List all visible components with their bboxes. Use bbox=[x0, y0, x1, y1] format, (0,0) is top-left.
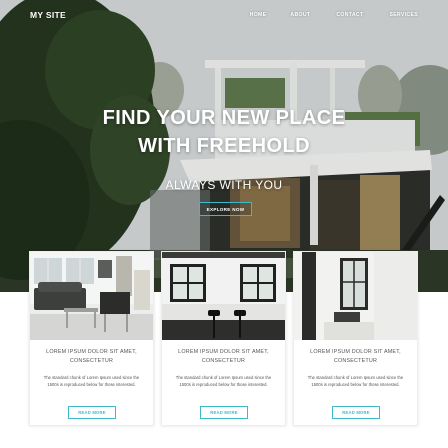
nav-link-home[interactable]: HOME bbox=[250, 12, 267, 18]
card-image-living-room bbox=[30, 252, 153, 340]
read-more-button[interactable]: READ MORE bbox=[68, 406, 116, 419]
card-text: The standard chunk of Lorem Ipsum used s… bbox=[43, 375, 140, 387]
card-title: LOREM IPSUM DOLOR SIT AMET, CONSECTETUR bbox=[178, 349, 269, 364]
card-title: LOREM IPSUM DOLOR SIT AMET, CONSECTETUR bbox=[310, 349, 401, 364]
read-more-button[interactable]: READ MORE bbox=[200, 406, 248, 419]
nav-link-contact[interactable]: CONTACT bbox=[336, 12, 363, 18]
hero-subtitle: ALWAYS WITH YOU bbox=[165, 178, 283, 192]
feature-card-1: LOREM IPSUM DOLOR SIT AMET, CONSECTETUR … bbox=[29, 251, 154, 426]
site-logo[interactable]: MY SITE bbox=[30, 10, 66, 20]
hero-title: FIND YOUR NEW PLACE WITH FREEHOLD bbox=[0, 104, 448, 160]
card-title: LOREM IPSUM DOLOR SIT AMET, CONSECTETUR bbox=[46, 349, 137, 364]
hero-title-line-1: FIND YOUR NEW PLACE bbox=[102, 107, 346, 129]
hero-section: MY SITE HOME ABOUT CONTACT SERVICES FIND… bbox=[0, 0, 448, 292]
read-more-button[interactable]: READ MORE bbox=[332, 406, 380, 419]
top-navbar: MY SITE HOME ABOUT CONTACT SERVICES bbox=[0, 0, 448, 30]
feature-card-3: LOREM IPSUM DOLOR SIT AMET, CONSECTETUR … bbox=[293, 251, 418, 426]
nav-link-about[interactable]: ABOUT bbox=[290, 12, 310, 18]
card-image-room-corner bbox=[294, 252, 417, 340]
explore-now-button[interactable]: EXPLORE NOW bbox=[199, 202, 252, 216]
card-text: The standard chunk of Lorem Ipsum used s… bbox=[307, 375, 404, 387]
hero-title-line-2: WITH FREEHOLD bbox=[138, 135, 310, 157]
card-image-kitchen bbox=[162, 252, 285, 340]
card-text: The standard chunk of Lorem Ipsum used s… bbox=[175, 375, 272, 387]
feature-card-2: LOREM IPSUM DOLOR SIT AMET, CONSECTETUR … bbox=[161, 251, 286, 426]
nav-links: HOME ABOUT CONTACT SERVICES bbox=[250, 12, 418, 18]
nav-link-services[interactable]: SERVICES bbox=[389, 12, 418, 18]
